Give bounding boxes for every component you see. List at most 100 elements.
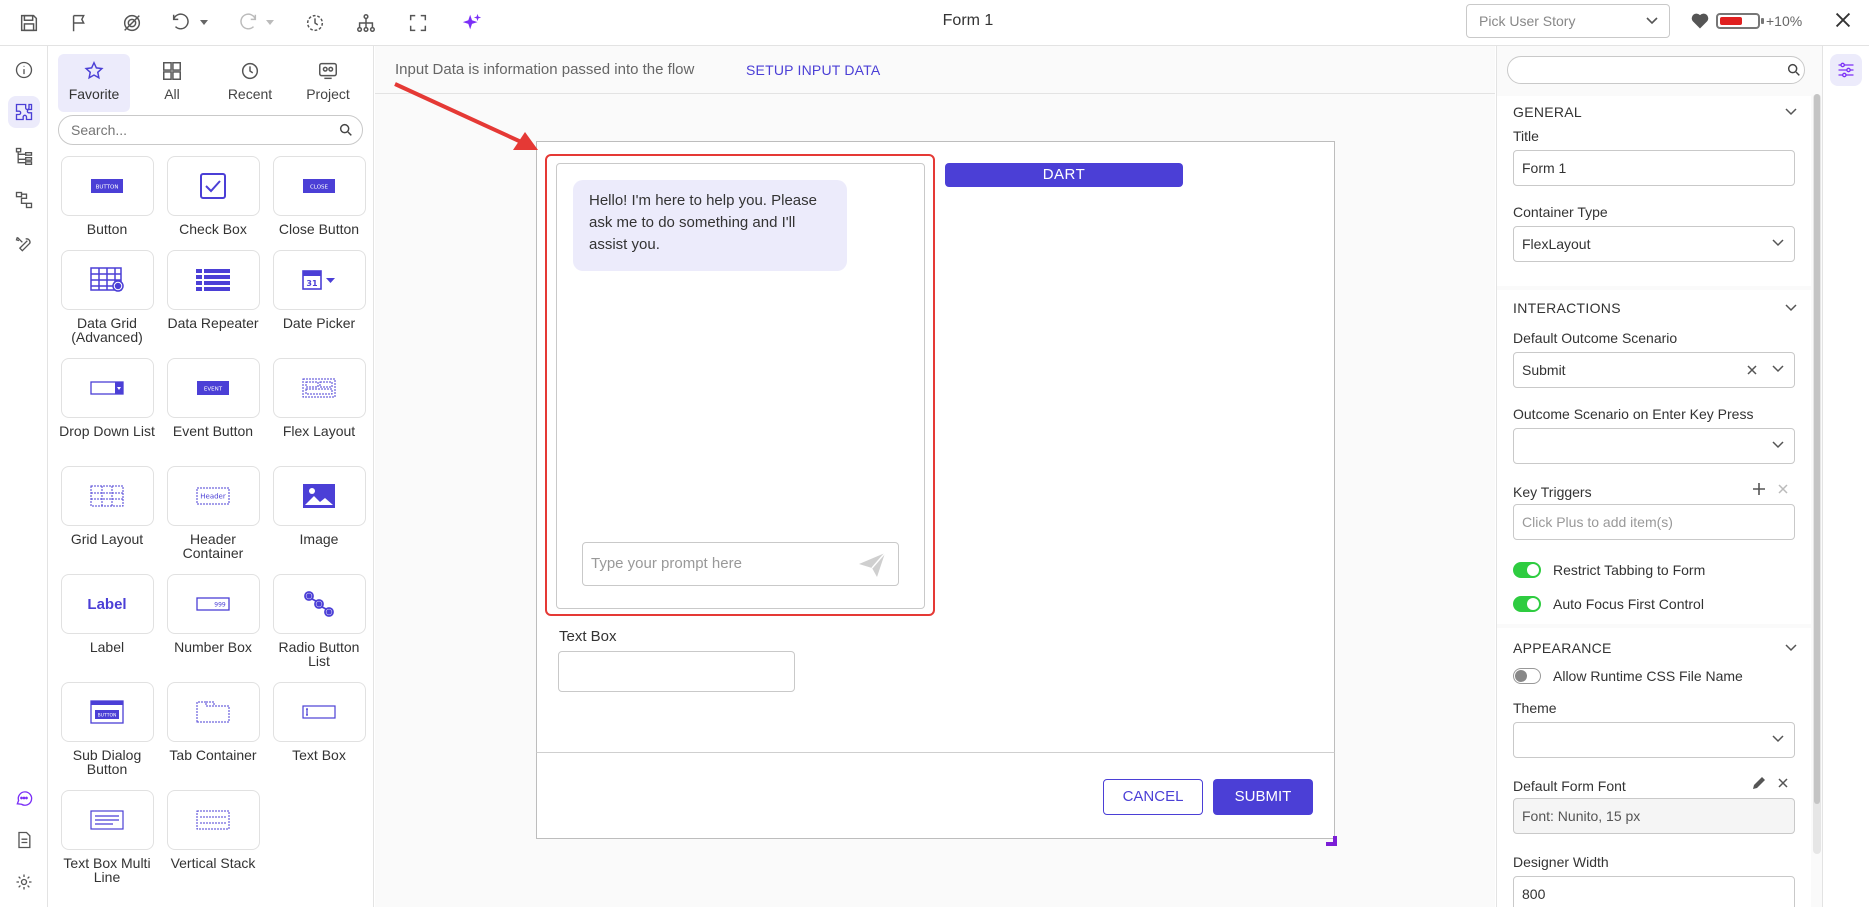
design-canvas: Input Data is information passed into th… [375,46,1495,907]
header-container-icon: Header [196,487,230,505]
document-icon[interactable] [8,824,40,856]
control-vertical-stack[interactable]: Vertical Stack [160,790,266,870]
svg-text:BUTTON: BUTTON [98,713,117,719]
control-label[interactable]: Label Label [54,574,160,654]
submit-button[interactable]: SUBMIT [1213,779,1313,815]
vertical-stack-icon [196,810,230,830]
key-triggers-field[interactable]: Click Plus to add item(s) [1513,504,1795,540]
control-data-repeater[interactable]: Data Repeater [160,250,266,330]
auto-focus-toggle[interactable] [1513,596,1541,612]
control-flex-layout[interactable]: Flex Layout [266,358,372,438]
control-header-container[interactable]: Header Header Container [160,466,266,560]
chevron-down-icon[interactable] [1785,108,1797,116]
properties-sliders-icon[interactable] [1830,54,1862,86]
chat-prompt-input[interactable]: Type your prompt here [582,542,899,586]
container-type-select[interactable]: FlexLayout [1513,226,1795,262]
setup-input-data-link[interactable]: SETUP INPUT DATA [746,46,880,94]
control-sub-dialog-button[interactable]: BUTTON Sub Dialog Button [54,682,160,776]
restrict-tabbing-label: Restrict Tabbing to Form [1553,562,1706,578]
flex-layout-icon [302,378,336,398]
default-font-field: Font: Nunito, 15 px [1513,798,1795,834]
chevron-down-icon[interactable] [1785,644,1797,652]
dart-button[interactable]: DART [945,163,1183,187]
tab-all[interactable]: All [136,54,208,112]
clear-font-icon[interactable] [1777,777,1789,789]
appearance-header[interactable]: APPEARANCE [1513,640,1612,656]
clear-icon[interactable] [1746,364,1758,376]
chevron-down-icon [1772,441,1784,449]
save-icon[interactable] [15,9,43,37]
properties-scrollbar[interactable] [1813,94,1821,854]
flag-icon[interactable] [66,9,94,37]
search-icon[interactable] [1786,62,1802,78]
control-number-box[interactable]: 999 Number Box [160,574,266,654]
redo-history-caret-icon[interactable] [264,16,276,28]
chevron-down-icon[interactable] [1785,304,1797,312]
tools-icon[interactable] [8,228,40,260]
control-event-button[interactable]: EVENT Event Button [160,358,266,438]
chat-message-bubble: Hello! I'm here to help you. Please ask … [573,180,847,271]
designer-width-field[interactable]: 800 [1513,876,1795,907]
control-checkbox[interactable]: Check Box [160,156,266,236]
radio-list-icon [304,591,334,617]
zoom-level[interactable]: +10% [1766,0,1802,42]
tab-container-icon [196,701,230,723]
tab-project[interactable]: Project [292,54,364,112]
palette-search-input[interactable] [58,115,363,145]
flow-icon[interactable] [8,184,40,216]
properties-search-input[interactable] [1507,56,1805,84]
star-icon [84,61,104,80]
undo-history-caret-icon[interactable] [198,16,210,28]
dropdown-icon [90,381,124,395]
chat-icon[interactable] [8,782,40,814]
default-outcome-label: Default Outcome Scenario [1513,330,1678,346]
user-story-select[interactable]: Pick User Story [1466,4,1670,38]
control-image[interactable]: Image [266,466,372,546]
control-data-grid[interactable]: Data Grid (Advanced) [54,250,160,344]
control-date-picker[interactable]: 31 Date Picker [266,250,372,330]
interactions-header[interactable]: INTERACTIONS [1513,300,1621,316]
general-header[interactable]: GENERAL [1513,104,1582,120]
cancel-button[interactable]: CANCEL [1103,779,1203,815]
enter-key-outcome-select[interactable] [1513,428,1795,464]
default-outcome-select[interactable]: Submit [1513,352,1795,388]
components-icon[interactable] [8,96,40,128]
title-field[interactable]: Form 1 [1513,150,1795,186]
resize-handle-icon[interactable] [1326,836,1337,846]
control-grid-layout[interactable]: Grid Layout [54,466,160,546]
close-icon[interactable] [1832,9,1854,31]
tab-recent[interactable]: Recent [214,54,286,112]
tab-favorite[interactable]: Favorite [58,54,130,112]
control-radio-list[interactable]: Radio Button List [266,574,372,668]
send-icon[interactable] [858,552,886,578]
info-icon[interactable] [8,54,40,86]
ai-sparkle-icon[interactable] [458,9,486,37]
tree-icon[interactable] [8,140,40,172]
edit-font-icon[interactable] [1752,776,1766,790]
redo-icon[interactable] [234,9,262,37]
textbox-input[interactable] [558,651,795,692]
restrict-tabbing-toggle[interactable] [1513,562,1541,578]
control-button[interactable]: BUTTON Button [54,156,160,236]
allow-css-toggle[interactable] [1513,668,1541,684]
add-key-trigger-icon[interactable] [1752,482,1766,496]
control-dropdown[interactable]: Drop Down List [54,358,160,438]
hierarchy-icon[interactable] [352,9,380,37]
fullscreen-icon[interactable] [404,9,432,37]
target-icon[interactable] [118,9,146,37]
control-text-multiline[interactable]: Text Box Multi Line [54,790,160,884]
theme-select[interactable] [1513,722,1795,758]
control-close-button[interactable]: CLOSE Close Button [266,156,372,236]
image-icon [303,484,335,508]
control-text-box[interactable]: Text Box [266,682,372,762]
settings-icon[interactable] [8,866,40,898]
chevron-down-icon [1772,239,1784,247]
container-type-label: Container Type [1513,204,1608,220]
data-grid-icon [90,267,124,292]
enter-key-outcome-label: Outcome Scenario on Enter Key Press [1513,406,1754,422]
remove-key-trigger-icon[interactable] [1777,483,1789,495]
history-icon[interactable] [301,9,329,37]
search-icon[interactable] [338,122,354,138]
control-tab-container[interactable]: Tab Container [160,682,266,762]
undo-icon[interactable] [167,9,195,37]
